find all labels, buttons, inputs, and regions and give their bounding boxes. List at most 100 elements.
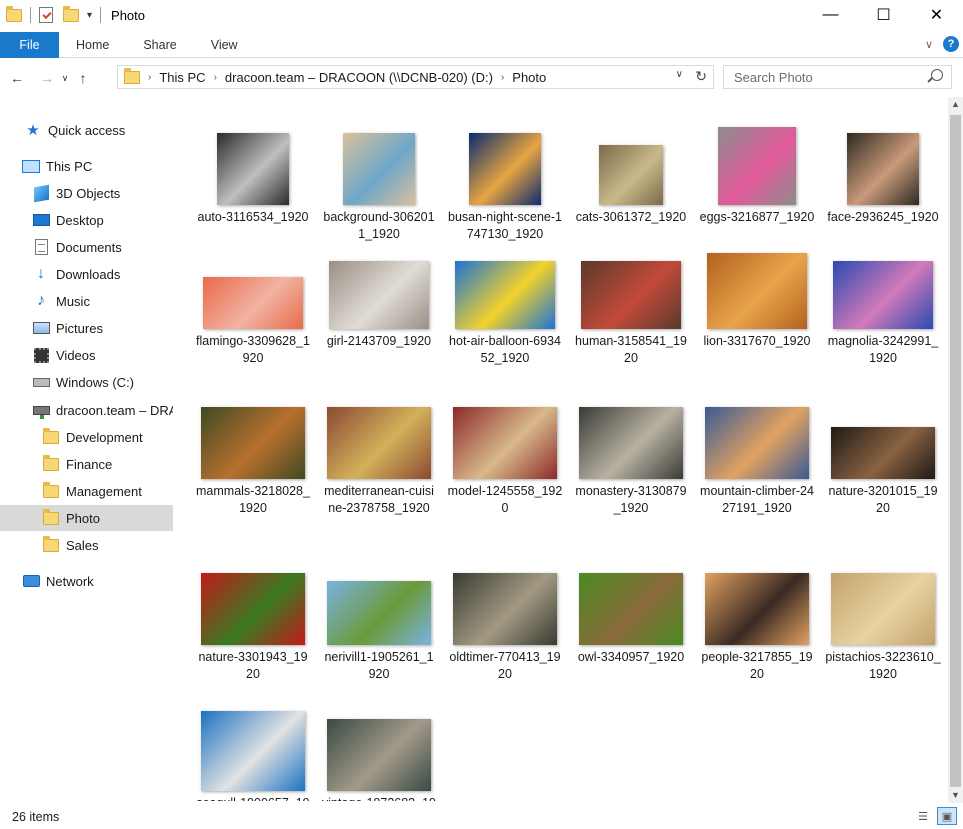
image-thumbnail[interactable] bbox=[329, 261, 429, 329]
sidebar-item-pictures[interactable]: Pictures bbox=[0, 315, 173, 341]
scroll-up-icon[interactable]: ▲ bbox=[948, 97, 963, 112]
breadcrumb-photo[interactable]: Photo bbox=[512, 70, 546, 85]
up-arrow-icon[interactable]: ↑ bbox=[72, 70, 94, 86]
image-thumbnail[interactable] bbox=[327, 407, 431, 479]
sidebar-item-dracoon-team-dracoon-dcnb-020-d[interactable]: dracoon.team – DRACOON (\\DCNB-020) (D:) bbox=[0, 397, 173, 423]
search-input[interactable]: Search Photo bbox=[723, 65, 952, 89]
image-thumbnail[interactable] bbox=[831, 573, 935, 645]
image-thumbnail[interactable] bbox=[327, 719, 431, 791]
help-icon[interactable]: ? bbox=[943, 36, 959, 52]
tab-home[interactable]: Home bbox=[59, 32, 126, 58]
image-thumbnail[interactable] bbox=[718, 127, 796, 205]
close-button[interactable]: ✕ bbox=[910, 0, 963, 30]
file-item[interactable]: human-3158541_1920 bbox=[567, 233, 695, 381]
sidebar-item-quick-access[interactable]: ★ Quick access bbox=[0, 117, 173, 143]
address-bar[interactable]: › This PC › dracoon.team – DRACOON (\\DC… bbox=[117, 65, 714, 89]
image-thumbnail[interactable] bbox=[455, 261, 555, 329]
tab-share[interactable]: Share bbox=[126, 32, 193, 58]
properties-icon[interactable] bbox=[39, 7, 53, 23]
sidebar-item-management[interactable]: Management bbox=[0, 478, 173, 504]
vertical-scrollbar[interactable]: ▲ ▼ bbox=[948, 97, 963, 803]
file-item[interactable]: mediterranean-cuisine-2378758_1920 bbox=[315, 383, 443, 531]
image-thumbnail[interactable] bbox=[469, 133, 541, 205]
search-icon[interactable] bbox=[931, 69, 943, 81]
sidebar-item-desktop[interactable]: Desktop bbox=[0, 207, 173, 233]
image-thumbnail[interactable] bbox=[831, 427, 935, 479]
image-thumbnail[interactable] bbox=[217, 133, 289, 205]
thumbnail-wrapper bbox=[819, 233, 947, 329]
image-thumbnail[interactable] bbox=[201, 573, 305, 645]
image-thumbnail[interactable] bbox=[453, 573, 557, 645]
file-item[interactable]: model-1245558_1920 bbox=[441, 383, 569, 531]
file-item[interactable]: flamingo-3309628_1920 bbox=[189, 233, 317, 381]
maximize-button[interactable]: ☐ bbox=[857, 0, 910, 30]
refresh-icon[interactable]: ↻ bbox=[695, 68, 707, 85]
address-dropdown-icon[interactable]: ∨ bbox=[676, 69, 683, 80]
image-thumbnail[interactable] bbox=[847, 133, 919, 205]
image-thumbnail[interactable] bbox=[833, 261, 933, 329]
scroll-down-icon[interactable]: ▼ bbox=[948, 788, 963, 803]
file-item[interactable]: pistachios-3223610_1920 bbox=[819, 549, 947, 697]
file-item[interactable]: owl-3340957_1920 bbox=[567, 549, 695, 697]
sidebar-item-videos[interactable]: Videos bbox=[0, 342, 173, 368]
new-folder-icon[interactable] bbox=[63, 5, 79, 22]
image-thumbnail[interactable] bbox=[705, 407, 809, 479]
image-thumbnail[interactable] bbox=[579, 407, 683, 479]
file-item[interactable]: monastery-3130879_1920 bbox=[567, 383, 695, 531]
file-item[interactable]: nature-3301943_1920 bbox=[189, 549, 317, 697]
thumbnail-wrapper bbox=[567, 383, 695, 479]
file-item[interactable]: mammals-3218028_1920 bbox=[189, 383, 317, 531]
file-item[interactable]: vintage-1872682_1920 bbox=[315, 695, 443, 801]
sidebar-item-sales[interactable]: Sales bbox=[0, 532, 173, 558]
recent-locations-icon[interactable]: ∨ bbox=[58, 73, 72, 84]
image-thumbnail[interactable] bbox=[705, 573, 809, 645]
thumbnail-wrapper bbox=[819, 109, 947, 205]
file-item[interactable]: lion-3317670_1920 bbox=[693, 233, 821, 381]
image-thumbnail[interactable] bbox=[707, 253, 807, 329]
image-thumbnail[interactable] bbox=[579, 573, 683, 645]
sidebar-item-development[interactable]: Development bbox=[0, 424, 173, 450]
image-thumbnail[interactable] bbox=[453, 407, 557, 479]
sidebar-item-network[interactable]: Network bbox=[0, 568, 173, 594]
sidebar-item-documents[interactable]: Documents bbox=[0, 234, 173, 260]
file-item[interactable]: seagull-1900657_1920 bbox=[189, 695, 317, 801]
sidebar-item-finance[interactable]: Finance bbox=[0, 451, 173, 477]
back-arrow-icon[interactable]: ← bbox=[6, 70, 28, 86]
thumbnail-wrapper bbox=[693, 109, 821, 205]
expand-ribbon-icon[interactable]: ∨ bbox=[925, 38, 933, 51]
crumb-separator-icon[interactable]: › bbox=[148, 72, 151, 83]
image-thumbnail[interactable] bbox=[327, 581, 431, 645]
sidebar-item-music[interactable]: ♪ Music bbox=[0, 288, 173, 314]
scroll-thumb[interactable] bbox=[950, 115, 961, 787]
minimize-button[interactable]: — bbox=[804, 0, 857, 30]
tab-view[interactable]: View bbox=[194, 32, 255, 58]
file-item[interactable]: girl-2143709_1920 bbox=[315, 233, 443, 381]
sidebar-item-windows-c[interactable]: Windows (C:) bbox=[0, 369, 173, 395]
file-item[interactable]: people-3217855_1920 bbox=[693, 549, 821, 697]
file-item[interactable]: nerivill1-1905261_1920 bbox=[315, 549, 443, 697]
file-item[interactable]: magnolia-3242991_1920 bbox=[819, 233, 947, 381]
sidebar-item-photo[interactable]: Photo bbox=[0, 505, 173, 531]
sidebar-item-this-pc[interactable]: This PC bbox=[0, 153, 173, 179]
image-thumbnail[interactable] bbox=[201, 711, 305, 791]
customize-qat-dropdown-icon[interactable]: ▾ bbox=[87, 10, 92, 21]
file-item[interactable]: oldtimer-770413_1920 bbox=[441, 549, 569, 697]
file-item[interactable]: hot-air-balloon-693452_1920 bbox=[441, 233, 569, 381]
image-thumbnail[interactable] bbox=[581, 261, 681, 329]
crumb-separator-icon[interactable]: › bbox=[501, 72, 504, 83]
forward-arrow-icon[interactable]: → bbox=[36, 70, 58, 86]
file-item[interactable]: nature-3201015_1920 bbox=[819, 383, 947, 531]
image-thumbnail[interactable] bbox=[599, 145, 663, 205]
image-thumbnail[interactable] bbox=[203, 277, 303, 329]
sidebar-item-3d-objects[interactable]: 3D Objects bbox=[0, 180, 173, 206]
sidebar-item-downloads[interactable]: ↓ Downloads bbox=[0, 261, 173, 287]
large-icons-view-icon[interactable]: ▣ bbox=[937, 807, 957, 825]
image-thumbnail[interactable] bbox=[343, 133, 415, 205]
breadcrumb-drive[interactable]: dracoon.team – DRACOON (\\DCNB-020) (D:) bbox=[225, 70, 493, 85]
file-item[interactable]: mountain-climber-2427191_1920 bbox=[693, 383, 821, 531]
breadcrumb-this-pc[interactable]: This PC bbox=[159, 70, 205, 85]
tab-file[interactable]: File bbox=[0, 31, 59, 58]
image-thumbnail[interactable] bbox=[201, 407, 305, 479]
details-view-icon[interactable]: ☰ bbox=[913, 807, 933, 825]
crumb-separator-icon[interactable]: › bbox=[214, 72, 217, 83]
